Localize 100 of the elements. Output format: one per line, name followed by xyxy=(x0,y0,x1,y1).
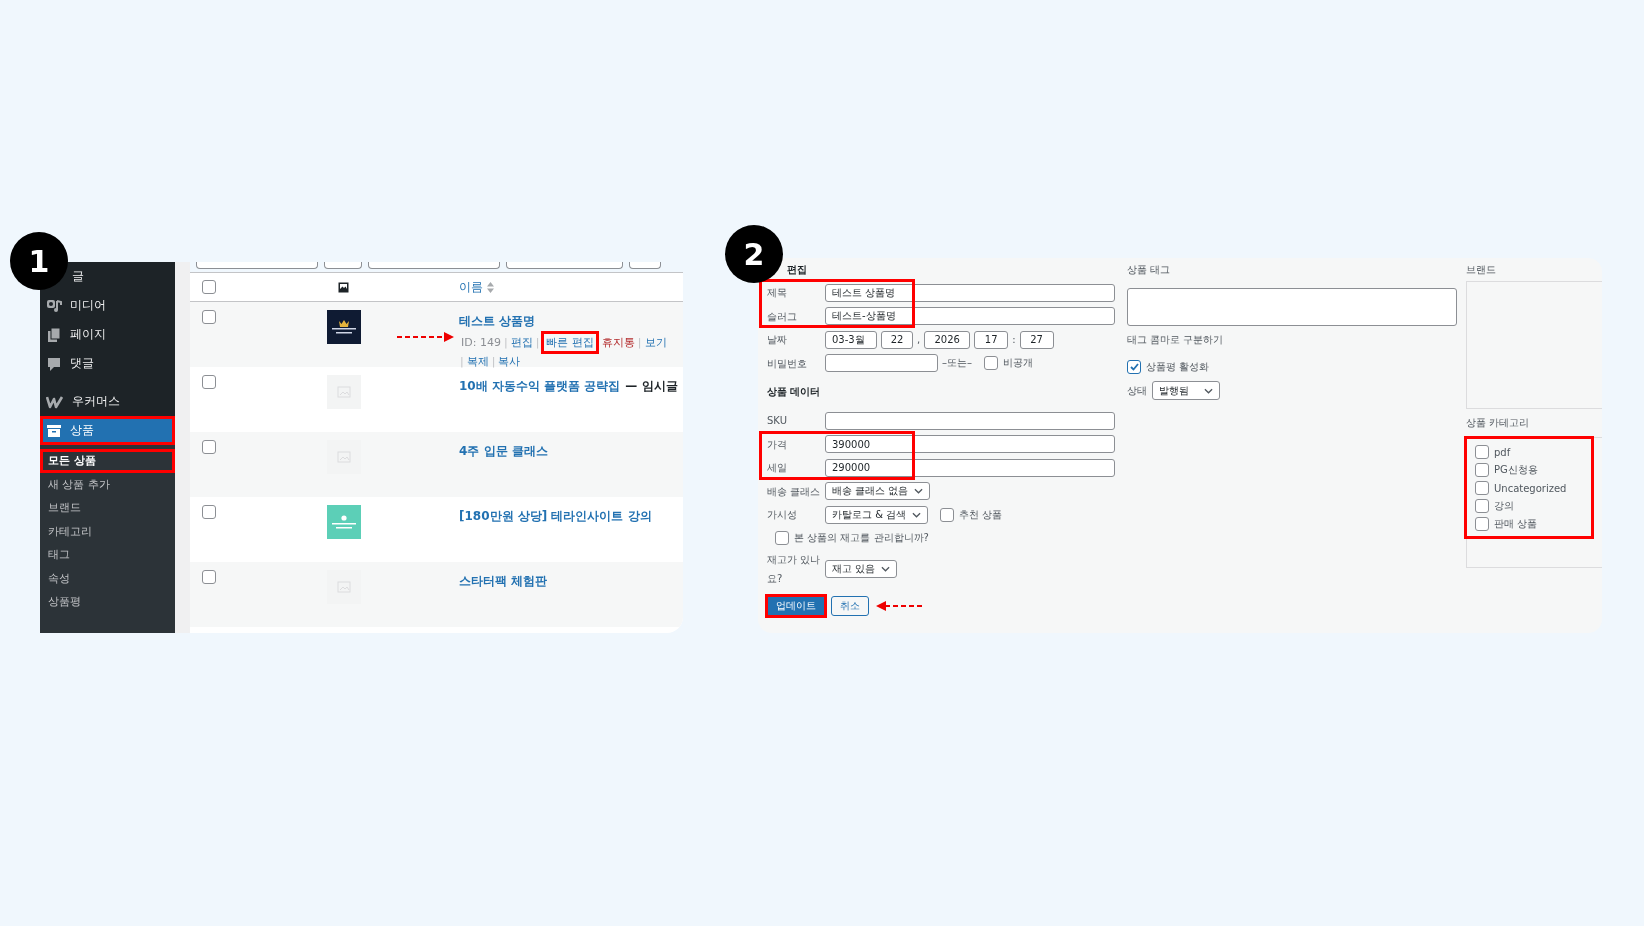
separator: | xyxy=(502,336,509,349)
toolbar-field[interactable] xyxy=(324,262,362,269)
select-field[interactable]: 배송 클래스 없음 xyxy=(825,482,931,501)
year-field[interactable]: 2026 xyxy=(924,330,971,349)
toolbar-field[interactable] xyxy=(196,262,318,269)
row-action-link[interactable]: 휴지통 xyxy=(599,334,637,351)
select-field[interactable]: 재고 있음 xyxy=(825,560,898,578)
row-action-link[interactable]: 보기 xyxy=(642,334,669,351)
checkbox[interactable] xyxy=(202,505,216,519)
checkbox[interactable] xyxy=(1475,499,1489,513)
checkbox[interactable] xyxy=(1475,481,1489,495)
tags-textarea[interactable] xyxy=(1127,288,1457,326)
menu-item[interactable]: 댓글 xyxy=(40,349,175,378)
category-label: 판매 상품 xyxy=(1494,517,1538,531)
field-label: 세일 xyxy=(767,461,788,476)
minute-field[interactable]: 27 xyxy=(1019,330,1054,349)
row-action-link[interactable]: 편집 xyxy=(508,334,535,351)
section-heading: 편집 xyxy=(786,262,808,277)
menu-item[interactable]: 글 xyxy=(70,262,175,291)
checkbox[interactable] xyxy=(1475,517,1489,531)
menu-item[interactable]: 상품 xyxy=(40,416,175,445)
field-label: 상태 xyxy=(1127,383,1147,398)
time-separator: : xyxy=(1012,334,1016,346)
checkbox[interactable] xyxy=(202,570,216,584)
password-field[interactable] xyxy=(825,354,938,373)
product-title-link[interactable]: 테스트 상품명 xyxy=(459,314,536,328)
image-icon xyxy=(338,281,349,293)
date-separator: , xyxy=(917,334,921,346)
field-label: 슬러그 xyxy=(767,309,798,324)
checkbox-label: 본 상품의 재고를 관리합니까? xyxy=(794,531,929,546)
checkbox[interactable] xyxy=(1475,463,1489,477)
menu-item[interactable]: 페이지 xyxy=(40,320,175,349)
submenu-item[interactable]: 상품평 xyxy=(40,590,175,614)
category-label: 강의 xyxy=(1494,499,1514,513)
field-label: 상품 태그 xyxy=(1127,262,1172,277)
image-icon xyxy=(336,451,351,463)
checkbox-label: 비공개 xyxy=(1003,356,1033,371)
checkbox-label: 추천 상품 xyxy=(959,507,1003,522)
checkbox[interactable] xyxy=(202,280,216,294)
separator: | xyxy=(459,355,465,368)
product-title-link[interactable]: 4주 입문 클래스 xyxy=(459,444,548,458)
zigzag-logo-icon xyxy=(46,394,64,409)
image-icon xyxy=(336,581,351,593)
submenu-item[interactable]: 새 상품 추가 xyxy=(40,472,175,496)
field-label: 브랜드 xyxy=(1466,262,1497,277)
menu-item[interactable]: 우커머스 xyxy=(40,387,175,416)
category-label: Uncategorized xyxy=(1494,482,1567,494)
update-button[interactable]: 업데이트 xyxy=(767,596,825,616)
cancel-button[interactable]: 취소 xyxy=(831,596,869,616)
row-action-link[interactable]: 복사 xyxy=(496,353,523,370)
text-field[interactable]: 290000 xyxy=(825,458,1115,477)
field-label: 제목 xyxy=(767,286,788,301)
checkbox[interactable] xyxy=(202,375,216,389)
image-icon xyxy=(336,386,351,398)
submenu-item[interactable]: 카테고리 xyxy=(40,519,175,543)
submenu-item[interactable]: 모든 상품 xyxy=(40,449,175,473)
product-title-link[interactable]: 10배 자동수익 플랫폼 공략집 xyxy=(459,379,621,393)
checkbox[interactable] xyxy=(1475,445,1489,459)
checkbox[interactable] xyxy=(940,507,955,522)
field-label: 배송 클래스 xyxy=(767,484,821,499)
text-field[interactable]: 테스트-상품명 xyxy=(825,307,1115,326)
text-field[interactable]: 390000 xyxy=(825,435,1115,454)
product-title-link[interactable]: [180만원 상당] 테라인사이트 강의 xyxy=(459,509,652,523)
section-heading: 상품 데이터 xyxy=(767,385,822,399)
field-label: 상품 카테고리 xyxy=(1466,416,1531,430)
checkbox[interactable] xyxy=(202,440,216,454)
checkbox[interactable] xyxy=(775,531,789,546)
caret-icon xyxy=(912,511,922,518)
step-badge: 2 xyxy=(725,225,783,283)
comment-icon xyxy=(46,355,62,372)
column-header[interactable]: 이름 xyxy=(459,278,494,296)
dashed-arrow xyxy=(397,332,455,342)
submenu-item[interactable]: 브랜드 xyxy=(40,496,175,520)
select-field[interactable]: 카탈로그 & 검색 xyxy=(825,505,929,524)
checkbox[interactable] xyxy=(1127,360,1141,374)
submenu-item[interactable]: 태그 xyxy=(40,543,175,567)
text-field[interactable]: 테스트 상품명 xyxy=(825,283,1115,302)
checkbox[interactable] xyxy=(984,356,998,371)
day-field[interactable]: 22 xyxy=(881,330,913,349)
checkbox[interactable] xyxy=(202,310,216,324)
category-label: PG신청용 xyxy=(1494,463,1538,477)
hour-field[interactable]: 17 xyxy=(974,330,1009,349)
month-select[interactable]: 03-3월 xyxy=(825,330,877,349)
row-action-link[interactable]: 복제 xyxy=(464,353,491,370)
separator: | xyxy=(490,355,497,368)
menu-item[interactable]: 미디어 xyxy=(40,291,175,320)
text-field[interactable] xyxy=(825,411,1115,430)
field-label: 날짜 xyxy=(767,333,788,348)
category-label: pdf xyxy=(1494,446,1511,458)
status-select[interactable]: 발행됨 xyxy=(1152,381,1220,400)
product-thumbnail xyxy=(326,505,361,539)
toolbar-field[interactable] xyxy=(629,262,661,269)
archive-box-icon xyxy=(46,423,62,438)
field-label: 비밀번호 xyxy=(767,356,808,371)
field-label: 가격 xyxy=(767,437,788,452)
product-title-link[interactable]: 스타터팩 체험판 xyxy=(459,574,548,588)
toolbar-field[interactable] xyxy=(368,262,500,269)
row-action-link[interactable]: 빠른 편집 xyxy=(544,334,596,351)
submenu-item[interactable]: 속성 xyxy=(40,566,175,590)
toolbar-field[interactable] xyxy=(506,262,623,269)
